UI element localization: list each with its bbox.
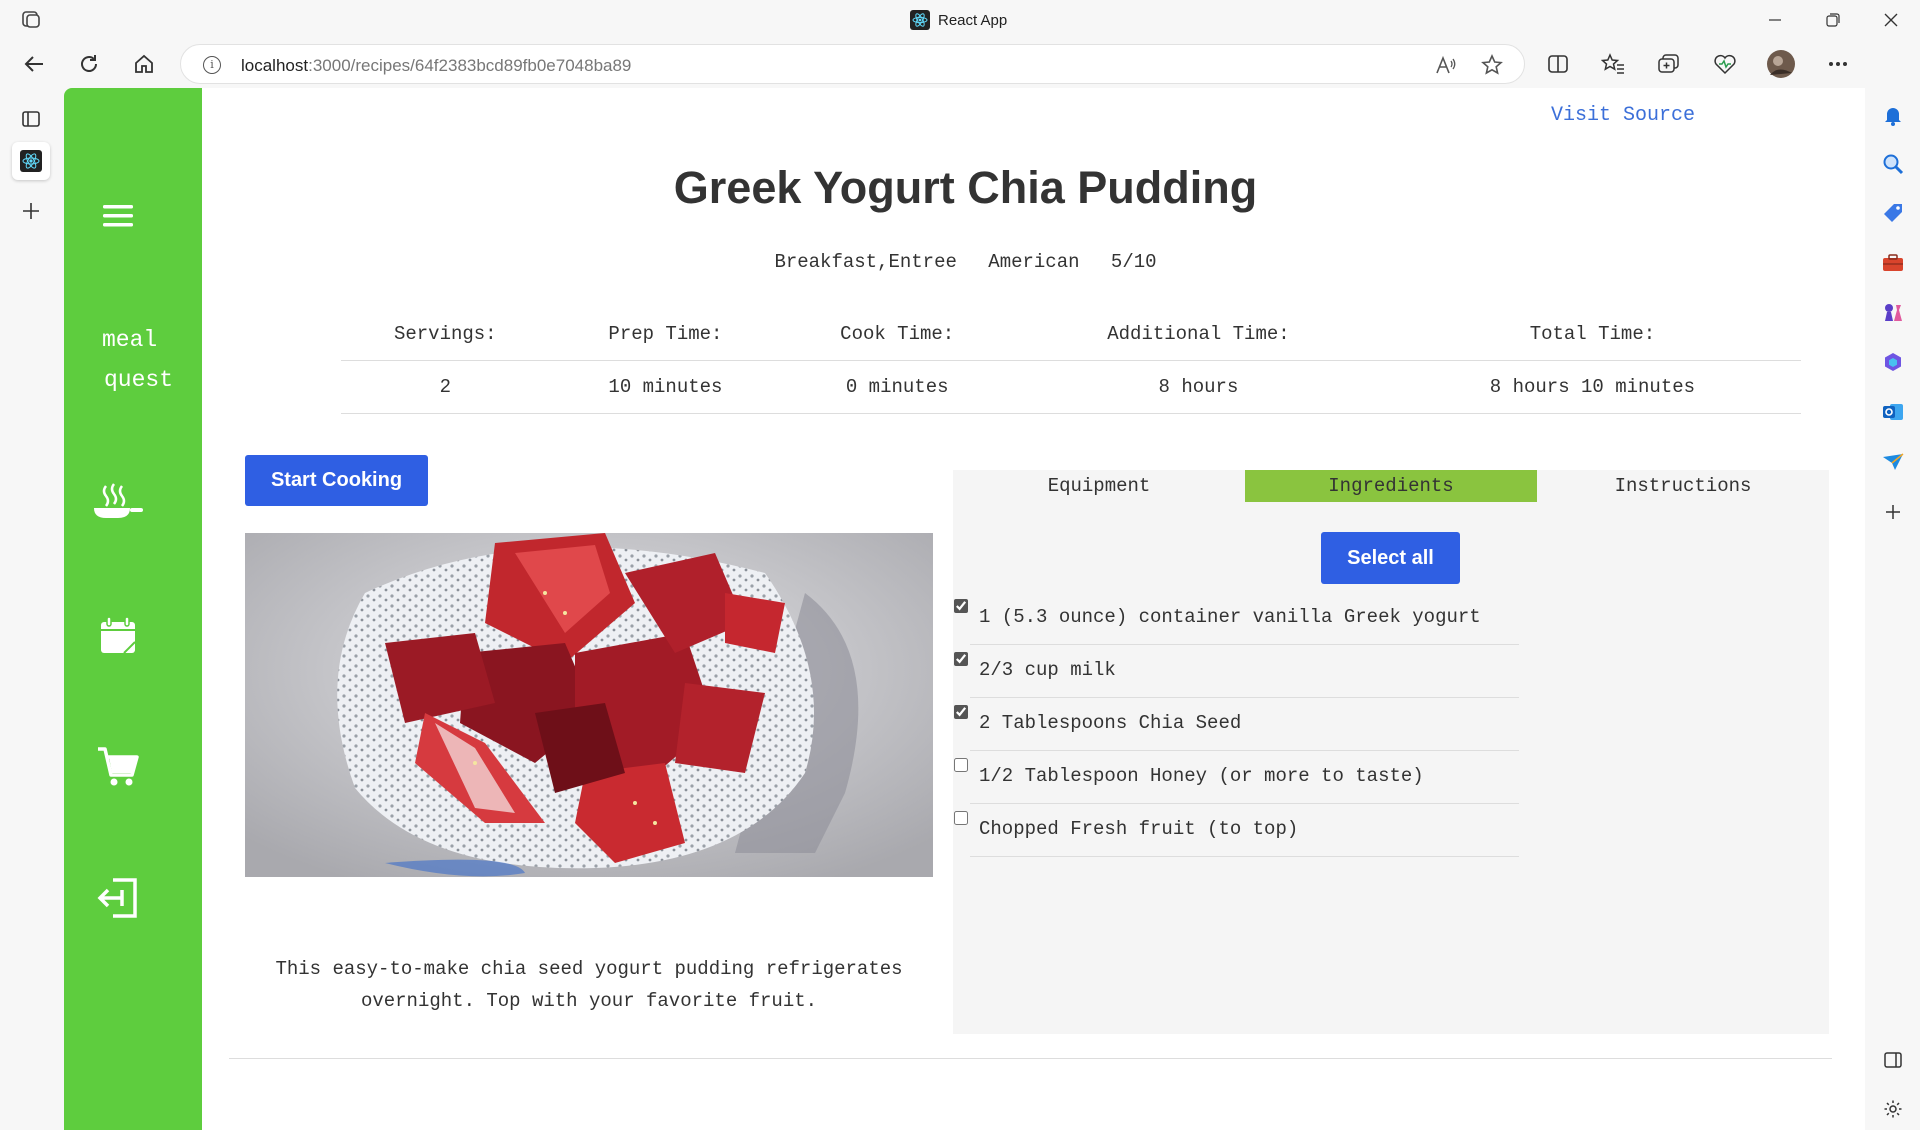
tab-ingredients[interactable]: Ingredients [1245, 470, 1537, 502]
recipe-description: This easy-to-make chia seed yogurt puddi… [275, 958, 903, 1012]
prep-time-header: Prep Time: [549, 308, 782, 361]
recipe-photo [245, 533, 933, 877]
meal-plan-calendar-icon[interactable] [90, 612, 146, 660]
additional-time-value: 8 hours [1013, 360, 1384, 414]
ingredient-text: Chopped Fresh fruit (to top) [979, 818, 1299, 840]
ingredient-checkbox[interactable] [954, 811, 968, 825]
recipe-rating: 5/10 [1110, 251, 1157, 273]
settings-gear-icon[interactable] [1881, 1097, 1905, 1121]
react-icon [910, 10, 930, 30]
recipe-cuisine: American [988, 251, 1080, 273]
servings-header: Servings: [341, 308, 550, 361]
ingredient-checkbox[interactable] [954, 652, 968, 666]
shopping-tag-icon[interactable] [1881, 201, 1905, 225]
ingredient-row: 2 Tablespoons Chia Seed [954, 698, 1519, 751]
add-sidebar-app-icon[interactable] [1881, 500, 1905, 524]
microsoft-365-icon[interactable] [1881, 350, 1905, 374]
ingredient-row: 2/3 cup milk [954, 645, 1519, 698]
ingredient-text: 1 (5.3 ounce) container vanilla Greek yo… [979, 606, 1481, 628]
url-text[interactable]: localhost:3000/recipes/64f2383bcd89fb0e7… [241, 56, 631, 76]
url-path: :3000/recipes/64f2383bcd89fb0e7048ba89 [308, 56, 632, 75]
additional-time-header: Additional Time: [1013, 308, 1384, 361]
recipe-title: Greek Yogurt Chia Pudding [673, 162, 1258, 213]
tab-react-app[interactable] [12, 142, 50, 180]
total-time-header: Total Time: [1383, 308, 1801, 361]
vertical-tab-strip [0, 88, 64, 1130]
url-host: localhost [241, 56, 309, 75]
site-info-icon[interactable]: i [203, 56, 221, 74]
favorite-star-icon[interactable] [1480, 53, 1504, 77]
restore-button[interactable] [1810, 6, 1856, 34]
browser-toolbar: i localhost:3000/recipes/64f2383bcd89fb0… [0, 40, 1920, 88]
ingredient-row: 1 (5.3 ounce) container vanilla Greek yo… [954, 592, 1519, 645]
read-aloud-icon[interactable] [1434, 53, 1458, 77]
window-title-text: React App [938, 11, 1008, 29]
tab-instructions[interactable]: Instructions [1537, 470, 1829, 502]
address-bar[interactable]: i localhost:3000/recipes/64f2383bcd89fb0… [180, 44, 1525, 84]
recipe-content: Visit Source Greek Yogurt Chia Pudding B… [202, 88, 1865, 1130]
ingredient-checkbox[interactable] [954, 599, 968, 613]
footer-divider [229, 1058, 1832, 1059]
page-viewport: meal quest Visit Source Greek Yogurt Chi… [64, 88, 1865, 1130]
notifications-bell-icon[interactable] [1881, 104, 1905, 128]
collections-icon[interactable] [1652, 48, 1686, 80]
close-window-button[interactable] [1868, 6, 1914, 34]
more-options-icon[interactable] [1821, 48, 1855, 80]
split-screen-icon[interactable] [1541, 48, 1575, 80]
recipe-details-panel: Equipment Ingredients Instructions Selec… [953, 470, 1829, 1034]
browser-essentials-icon[interactable] [1708, 48, 1742, 80]
recipe-meta: Breakfast,Entree American 5/10 [202, 251, 1729, 273]
window-title: React App [910, 10, 1007, 30]
minimize-button[interactable] [1752, 6, 1798, 34]
shopping-cart-icon[interactable] [90, 743, 146, 791]
ingredient-list: 1 (5.3 ounce) container vanilla Greek yo… [953, 592, 1519, 857]
hide-sidebar-icon[interactable] [1881, 1048, 1905, 1072]
refresh-button[interactable] [72, 48, 106, 80]
edge-sidebar [1866, 40, 1920, 1130]
home-button[interactable] [127, 48, 161, 80]
start-cooking-button[interactable]: Start Cooking [245, 455, 428, 506]
ingredient-text: 2/3 cup milk [979, 659, 1116, 681]
search-icon[interactable] [1881, 152, 1905, 176]
ingredient-text: 1/2 Tablespoon Honey (or more to taste) [979, 765, 1424, 787]
ingredient-row: 1/2 Tablespoon Honey (or more to taste) [954, 751, 1519, 804]
new-tab-plus-icon[interactable] [12, 192, 50, 230]
app-sidebar: meal quest [64, 88, 202, 1130]
panel-tabs: Equipment Ingredients Instructions [953, 470, 1829, 502]
workspaces-icon[interactable] [20, 10, 42, 30]
outlook-icon[interactable] [1881, 400, 1905, 424]
ingredient-checkbox[interactable] [954, 758, 968, 772]
drop-send-icon[interactable] [1881, 450, 1905, 474]
brand-line-2: quest [104, 367, 174, 393]
brand-logo-text[interactable]: meal quest [102, 320, 173, 400]
cook-time-header: Cook Time: [781, 308, 1014, 361]
games-chess-icon[interactable] [1881, 300, 1905, 324]
visit-source-link[interactable]: Visit Source [1551, 104, 1695, 127]
cook-time-value: 0 minutes [781, 360, 1014, 414]
profile-avatar[interactable] [1764, 48, 1798, 80]
browser-titlebar: React App [0, 0, 1920, 40]
tab-actions-icon[interactable] [12, 100, 50, 138]
prep-time-value: 10 minutes [549, 360, 782, 414]
cooking-pan-icon[interactable] [90, 478, 146, 526]
favorites-icon[interactable] [1596, 48, 1630, 80]
select-all-button[interactable]: Select all [1321, 532, 1460, 584]
brand-line-1: meal [102, 327, 158, 353]
recipe-times-table: Servings: Prep Time: Cook Time: Addition… [341, 308, 1801, 414]
ingredient-row: Chopped Fresh fruit (to top) [954, 804, 1519, 857]
recipe-category: Breakfast,Entree [774, 251, 957, 273]
tools-briefcase-icon[interactable] [1881, 251, 1905, 275]
tab-equipment[interactable]: Equipment [953, 470, 1245, 502]
ingredient-text: 2 Tablespoons Chia Seed [979, 712, 1242, 734]
logout-icon[interactable] [90, 874, 146, 922]
ingredient-checkbox[interactable] [954, 705, 968, 719]
servings-value: 2 [341, 360, 550, 414]
total-time-value: 8 hours 10 minutes [1383, 360, 1801, 414]
back-button[interactable] [17, 48, 51, 80]
hamburger-menu-icon[interactable] [90, 192, 146, 240]
